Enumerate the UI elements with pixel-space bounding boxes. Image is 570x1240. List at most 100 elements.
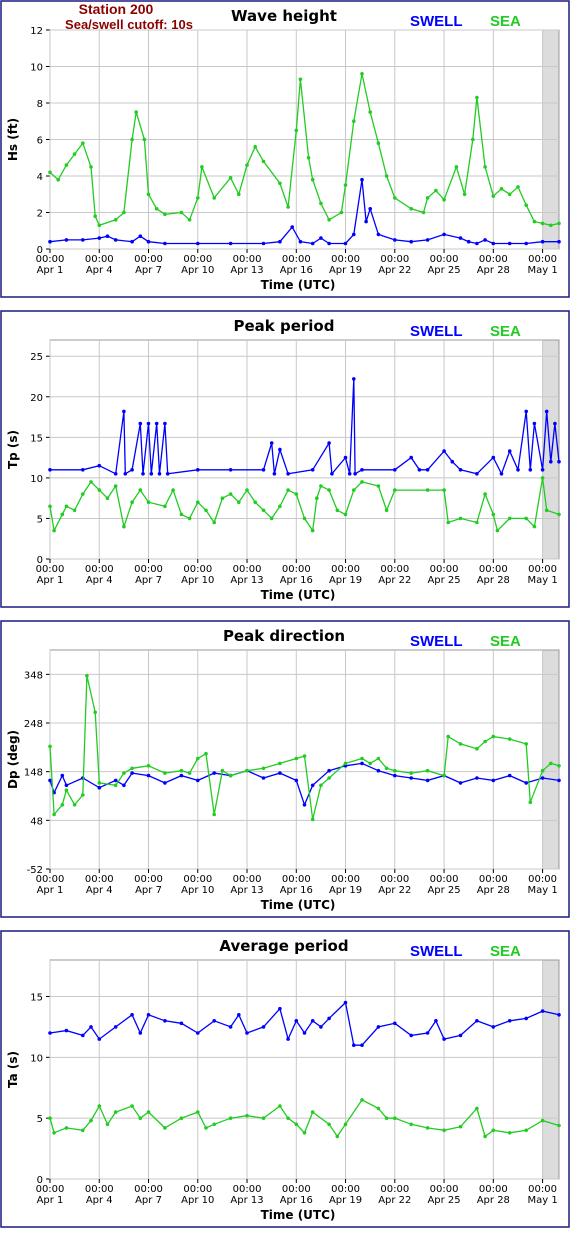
data-point-swell [163, 1019, 167, 1023]
data-point-swell [516, 468, 520, 472]
data-point-swell [352, 232, 356, 237]
data-point-swell [524, 781, 528, 785]
data-point-sea [286, 205, 290, 209]
data-point-sea [212, 812, 216, 817]
data-point-sea [524, 203, 528, 207]
x-tick-time: 00:00 [233, 1184, 262, 1195]
data-point-sea [105, 1122, 110, 1127]
data-point-sea [146, 192, 151, 197]
data-point-sea [64, 163, 69, 167]
data-point-swell [475, 241, 479, 246]
x-tick-label: Apr 16 [280, 1195, 313, 1206]
x-tick-time: 00:00 [134, 874, 163, 885]
x-tick-time: 00:00 [36, 254, 65, 265]
x-tick-label: Apr 1 [37, 265, 64, 276]
data-point-swell [130, 771, 134, 775]
data-point-swell [165, 472, 170, 476]
data-point-swell [298, 239, 303, 244]
data-point-sea [298, 77, 303, 82]
data-point-sea [409, 207, 414, 211]
y-tick-label: 8 [37, 99, 43, 110]
data-point-sea [491, 512, 496, 517]
data-point-sea [130, 1104, 134, 1108]
x-tick-time: 00:00 [528, 564, 557, 575]
data-point-swell [122, 783, 126, 788]
data-point-sea [544, 508, 549, 513]
y-axis-label: Ta (s) [6, 1051, 20, 1088]
data-point-swell [409, 776, 414, 780]
data-point-swell [458, 1033, 463, 1038]
y-tick-label: 10 [30, 474, 43, 485]
data-point-swell [146, 773, 151, 778]
x-tick-time: 00:00 [183, 1184, 212, 1195]
data-point-sea [245, 768, 249, 773]
x-tick-label: Apr 10 [181, 1195, 214, 1206]
x-axis-label: Time (UTC) [261, 588, 336, 602]
x-tick-label: Apr 22 [378, 885, 411, 896]
data-point-sea [376, 1106, 381, 1111]
data-point-swell [138, 421, 143, 426]
chart-panel-1: 02468101200:00Apr 100:00Apr 400:00Apr 70… [0, 0, 570, 298]
data-point-swell [553, 421, 557, 426]
chart-title: Peak period [234, 317, 335, 335]
data-point-sea [524, 1128, 528, 1133]
data-point-sea [462, 192, 467, 197]
data-point-swell [60, 773, 65, 778]
data-point-sea [130, 500, 134, 505]
shaded-band [542, 650, 559, 869]
data-point-sea [196, 500, 200, 505]
data-point-sea [196, 1110, 200, 1114]
data-point-swell [261, 241, 266, 246]
data-point-swell [417, 468, 422, 472]
cutoff-subtitle: Sea/swell cutoff: 10s [65, 17, 193, 32]
data-point-swell [278, 447, 282, 452]
x-tick-time: 00:00 [331, 564, 360, 575]
data-point-sea [52, 812, 56, 817]
data-point-sea [72, 152, 77, 156]
data-point-swell [376, 232, 381, 237]
data-point-swell [499, 472, 504, 476]
data-point-swell [557, 459, 561, 464]
data-point-sea [409, 771, 414, 775]
data-point-sea [142, 137, 147, 142]
data-point-sea [442, 773, 446, 778]
data-point-sea [134, 110, 138, 114]
data-point-swell [286, 1037, 290, 1041]
data-point-swell [130, 1013, 134, 1017]
data-point-swell [149, 472, 154, 476]
data-point-sea [163, 771, 167, 775]
data-point-sea [212, 196, 216, 200]
x-tick-label: Apr 16 [280, 265, 313, 276]
data-point-swell [141, 472, 145, 476]
data-point-sea [384, 766, 389, 771]
data-point-swell [491, 455, 496, 460]
data-point-sea [557, 1123, 561, 1128]
x-tick-time: 00:00 [282, 874, 311, 885]
data-point-sea [557, 221, 561, 226]
data-point-sea [220, 768, 225, 773]
x-tick-time: 00:00 [134, 254, 163, 265]
data-point-swell [540, 1009, 545, 1013]
data-point-swell [376, 1025, 381, 1029]
data-point-swell [393, 773, 397, 778]
data-point-sea [499, 187, 504, 191]
x-tick-time: 00:00 [380, 254, 409, 265]
x-tick-label: May 1 [527, 1195, 557, 1206]
data-point-sea [52, 528, 56, 533]
data-point-sea [425, 196, 430, 200]
data-point-swell [483, 238, 487, 242]
x-tick-label: Apr 13 [230, 1195, 263, 1206]
x-tick-time: 00:00 [85, 1184, 114, 1195]
data-point-sea [532, 524, 537, 529]
legend-swell: SWELL [410, 323, 463, 340]
data-point-swell [425, 238, 430, 242]
data-point-sea [327, 1122, 331, 1127]
data-point-sea [146, 764, 151, 768]
data-point-swell [557, 778, 561, 783]
data-point-swell [507, 449, 512, 453]
data-point-swell [557, 1013, 561, 1017]
x-tick-time: 00:00 [430, 874, 459, 885]
data-point-swell [442, 1037, 446, 1041]
data-point-swell [540, 776, 545, 780]
x-tick-time: 00:00 [282, 564, 311, 575]
